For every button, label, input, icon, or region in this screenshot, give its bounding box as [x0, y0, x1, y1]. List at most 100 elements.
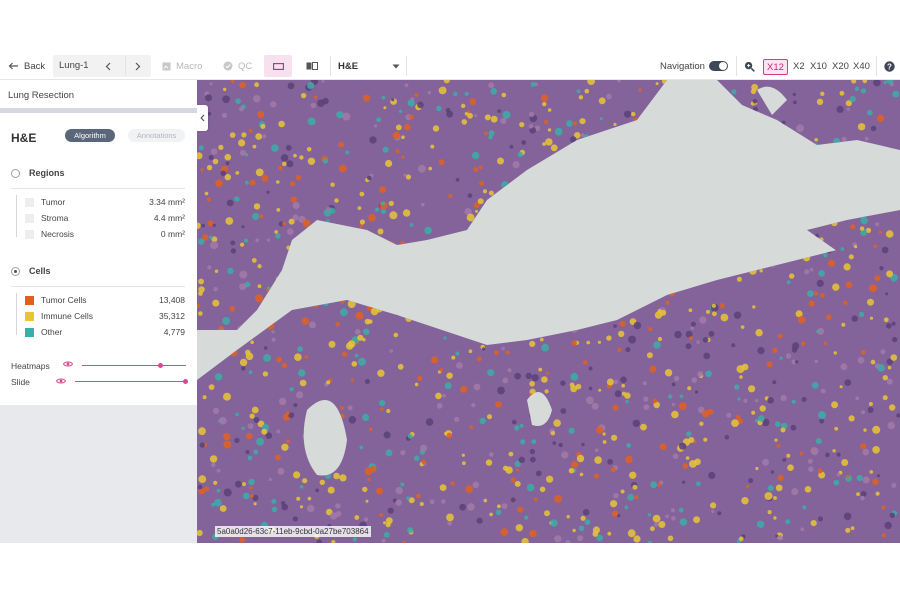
cell-dot [369, 465, 377, 473]
cell-dot [626, 443, 631, 448]
cell-dot [341, 351, 348, 357]
compare-view-button[interactable] [306, 53, 318, 79]
cell-dot [595, 426, 604, 434]
cell-dot [613, 324, 617, 328]
cell-dot [395, 486, 403, 495]
slide-slider-track[interactable] [75, 381, 186, 382]
cell-dot [633, 321, 642, 330]
previous-case-button[interactable] [97, 55, 119, 77]
cell-dot [861, 410, 865, 415]
cell-dot [820, 152, 824, 156]
cell-dot [374, 124, 378, 128]
cell-dot [223, 87, 227, 92]
cell-dot [715, 126, 723, 134]
cell-dot [872, 446, 880, 454]
rectangle-tool-button[interactable] [264, 55, 292, 77]
help-button[interactable]: ? [884, 53, 895, 79]
cell-dot [833, 351, 837, 355]
cell-dot [892, 90, 900, 98]
cell-row-other[interactable]: Other 4,779 [25, 325, 185, 339]
cell-dot [471, 403, 476, 408]
cell-dot [759, 405, 766, 412]
cell-dot [772, 380, 777, 385]
cell-dot [613, 492, 619, 499]
zoom-option-x40[interactable]: X40 [853, 53, 870, 79]
cell-dot [281, 443, 289, 451]
macro-label: Macro [176, 60, 203, 72]
collapse-panel-button[interactable] [197, 105, 208, 131]
heatmaps-label: Heatmaps [11, 361, 50, 371]
eye-icon[interactable] [63, 360, 73, 368]
regions-header[interactable]: Regions [11, 168, 65, 178]
zoom-option-x2[interactable]: X2 [793, 53, 805, 79]
cell-dot [206, 164, 213, 171]
stain-select[interactable]: H&E [332, 53, 406, 79]
cell-dot [285, 411, 290, 416]
cell-dot [497, 386, 505, 395]
cell-dot [271, 144, 279, 152]
cell-dot [456, 362, 463, 369]
zoom-button[interactable] [744, 53, 755, 79]
cell-dot [535, 193, 541, 199]
region-row-stroma[interactable]: Stroma 4.4 mm² [25, 211, 185, 225]
cell-dot [441, 245, 447, 251]
cell-dot [787, 464, 794, 472]
cell-row-tumor[interactable]: Tumor Cells 13,408 [25, 293, 185, 307]
cell-dot [278, 120, 285, 128]
slide-slider-handle[interactable] [183, 379, 188, 384]
cell-dot [469, 239, 475, 244]
zoom-option-x12[interactable]: X12 [763, 59, 788, 75]
region-row-tumor[interactable]: Tumor 3.34 mm² [25, 195, 185, 209]
cell-dot [275, 454, 281, 461]
cell-dot [613, 263, 618, 269]
heatmaps-slider-handle[interactable] [158, 363, 164, 368]
cell-row-immune[interactable]: Immune Cells 35,312 [25, 309, 185, 323]
cell-dot [461, 240, 469, 248]
qc-button[interactable]: QC [223, 53, 252, 79]
heatmaps-slider-track[interactable] [82, 365, 186, 366]
cell-dot [667, 535, 674, 542]
next-case-button[interactable] [127, 55, 149, 77]
cell-dot [467, 503, 475, 511]
cell-dot [198, 291, 203, 296]
macro-button[interactable]: Macro [162, 53, 202, 79]
cell-dot [698, 116, 702, 121]
cell-dot [693, 516, 701, 524]
slide-viewer[interactable] [197, 80, 900, 543]
cell-dot [662, 179, 667, 184]
cell-dot [648, 105, 653, 110]
cell-dot [443, 318, 450, 325]
cell-dot [238, 139, 246, 147]
cell-dot [276, 208, 281, 212]
cell-dot [699, 102, 708, 111]
cell-dot [734, 235, 738, 240]
back-button[interactable]: Back [8, 53, 45, 79]
cell-dot [816, 279, 824, 287]
tab-annotations[interactable]: Annotations [128, 129, 185, 142]
zoom-option-x20[interactable]: X20 [832, 53, 849, 79]
cell-dot [229, 305, 236, 312]
cell-dot [632, 419, 640, 427]
cell-dot [737, 397, 741, 401]
cells-header[interactable]: Cells [11, 266, 51, 276]
regions-radio[interactable] [11, 168, 20, 178]
cell-dot [590, 223, 597, 230]
cell-dot [632, 195, 638, 201]
cell-dot [230, 248, 237, 254]
tab-algorithm[interactable]: Algorithm [65, 129, 115, 142]
cell-dot [609, 223, 616, 230]
cell-dot [198, 427, 206, 436]
cell-dot [322, 97, 329, 105]
cell-dot [572, 234, 578, 240]
region-row-necrosis[interactable]: Necrosis 0 mm² [25, 227, 185, 241]
cell-dot [615, 136, 621, 141]
eye-icon[interactable] [56, 377, 66, 385]
zoom-option-x10[interactable]: X10 [810, 53, 827, 79]
cells-radio[interactable] [11, 266, 20, 276]
navigation-toggle[interactable] [709, 61, 728, 71]
cell-dot [215, 179, 223, 188]
cell-dot [354, 240, 361, 248]
cell-dot [828, 259, 835, 267]
cell-dot [621, 383, 625, 388]
region-value: 0 mm² [160, 229, 185, 239]
